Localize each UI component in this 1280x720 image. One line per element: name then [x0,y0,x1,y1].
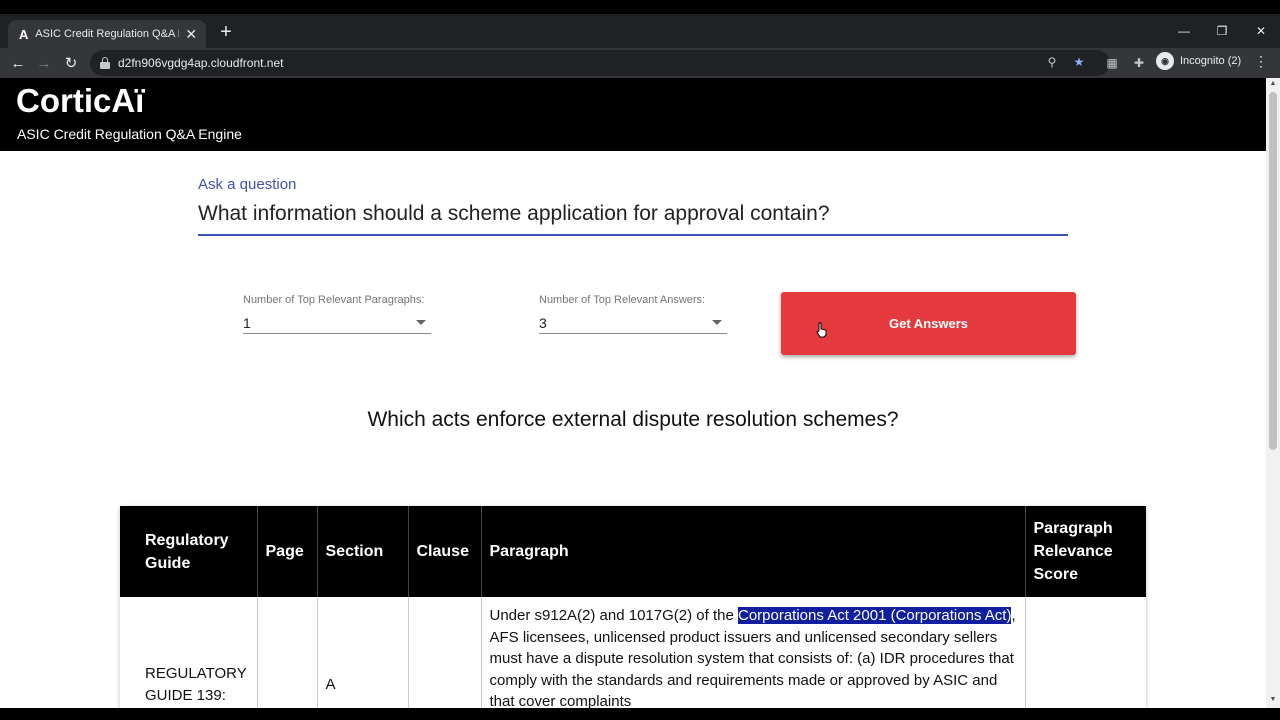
window-close-icon[interactable]: ✕ [1251,24,1271,38]
question-input[interactable] [198,200,1068,236]
table-header-row: Regulatory Guide Page Section Clause Par… [120,506,1146,597]
minimize-icon[interactable]: — [1174,24,1194,38]
cell-paragraph: Under s912A(2) and 1017G(2) of the Corpo… [481,597,1026,708]
answers-select[interactable]: Number of Top Relevant Answers: 3 [539,294,727,334]
browser-menu-icon[interactable]: ⋮ [1254,53,1268,70]
question-label: Ask a question [198,176,297,193]
app-subtitle: ASIC Credit Regulation Q&A Engine [17,126,242,142]
browser-tab-bar: A ASIC Credit Regulation Q&A Engine ✕ + … [0,14,1280,48]
cell-page [257,597,318,708]
browser-toolbar: ← → ↻ d2fn906vgdg4ap.cloudfront.net ⚲ ★ … [0,48,1280,78]
hand-cursor-icon [816,322,827,338]
lock-icon [100,57,110,69]
header-paragraph: Paragraph [481,506,1026,597]
incognito-icon: ◉ [1156,52,1174,70]
tab-close-icon[interactable]: ✕ [185,26,198,43]
header-relevance-score: Paragraph Relevance Score [1025,506,1146,597]
address-bar[interactable]: d2fn906vgdg4ap.cloudfront.net ⚲ ★ [90,50,1110,76]
cell-clause [408,597,482,708]
scroll-up-icon[interactable]: ▲ [1269,80,1277,87]
incognito-profile[interactable]: ◉ Incognito (2) [1156,52,1241,70]
caret-down-icon [712,320,722,325]
paragraphs-select-value: 1 [243,314,251,331]
cell-section: A [317,597,409,708]
page-viewport: CorticAï ASIC Credit Regulation Q&A Engi… [0,78,1266,708]
extension-icon[interactable]: ▦ [1104,56,1120,70]
zoom-icon[interactable]: ⚲ [1044,55,1060,69]
caret-down-icon [416,320,426,325]
bookmark-star-icon[interactable]: ★ [1071,55,1087,69]
app-header: CorticAï ASIC Credit Regulation Q&A Engi… [0,78,1266,151]
answers-select-value: 3 [539,314,547,331]
scroll-down-icon[interactable]: ▼ [1269,696,1277,703]
paragraph-highlight: Corporations Act 2001 (Corporations Act) [737,607,1012,624]
page-scrollbar[interactable]: ▲ ▼ [1266,78,1280,708]
restore-icon[interactable]: ❐ [1212,24,1232,38]
extensions-puzzle-icon[interactable]: ✚ [1131,56,1147,70]
profile-label: Incognito (2) [1180,55,1242,67]
results-table: Regulatory Guide Page Section Clause Par… [120,506,1146,708]
paragraph-text-before: Under s912A(2) and 1017G(2) of the [489,607,738,624]
paragraphs-select[interactable]: Number of Top Relevant Paragraphs: 1 [243,294,431,334]
screen-top-edge [0,0,1280,14]
paragraphs-select-box[interactable]: 1 [243,312,431,334]
scrollbar-thumb[interactable] [1269,92,1277,450]
screen-bottom-edge [0,708,1280,720]
tab-favicon-icon: A [18,26,29,42]
answers-select-box[interactable]: 3 [539,312,727,334]
result-heading: Which acts enforce external dispute reso… [367,408,899,431]
header-regulatory-guide: Regulatory Guide [120,506,258,597]
reload-icon[interactable]: ↻ [60,52,82,74]
cell-guide: REGULATORY GUIDE 139: [120,597,258,708]
paragraphs-select-label: Number of Top Relevant Paragraphs: [243,294,425,306]
header-section: Section [317,506,409,597]
header-clause: Clause [408,506,482,597]
brand-logo: CorticAï [16,82,145,119]
forward-icon[interactable]: → [33,52,55,74]
url-text[interactable]: d2fn906vgdg4ap.cloudfront.net [118,56,283,70]
back-icon[interactable]: ← [7,52,29,74]
header-page: Page [257,506,318,597]
new-tab-icon[interactable]: + [216,22,236,42]
answers-select-label: Number of Top Relevant Answers: [539,294,706,306]
browser-tab[interactable]: A ASIC Credit Regulation Q&A Engine ✕ [8,20,206,48]
table-row: REGULATORY GUIDE 139: A Under s912A(2) a… [120,597,1146,708]
cell-score [1025,597,1146,708]
tab-title: ASIC Credit Regulation Q&A Engine [35,28,178,40]
